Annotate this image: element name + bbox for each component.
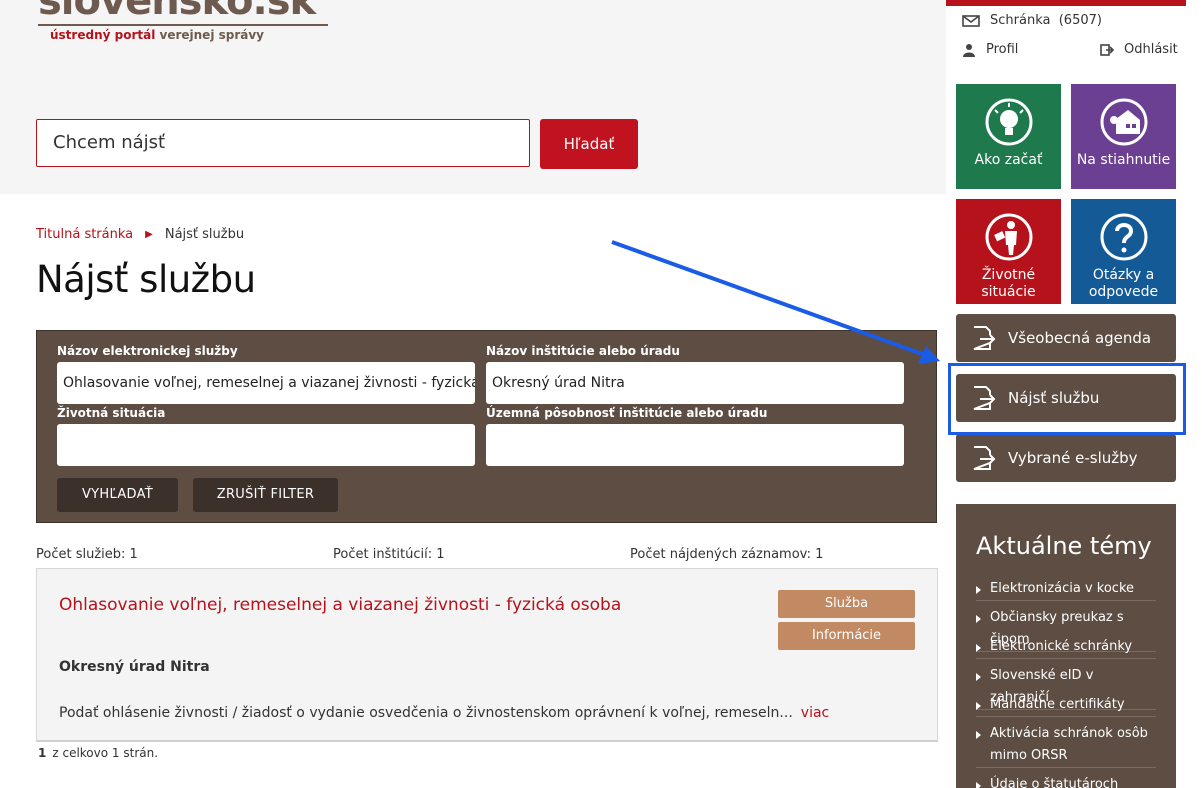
person-icon [985,213,1033,261]
logout-link[interactable]: Odhlásit [1100,42,1178,57]
logo[interactable]: slovensko.sk ústredný portál verejnej sp… [38,0,330,44]
tile-na-stiahnutie[interactable]: Na stiahnutie [1071,84,1176,189]
document-arrow-icon [973,326,996,350]
logo-subtitle-red: ústredný portál [50,28,156,42]
search-input[interactable]: Chcem nájsť [36,119,530,167]
lightbulb-icon [985,98,1033,146]
tile-zivotne-situacie[interactable]: Životné situácie [956,199,1061,304]
nav-vybrane-e-sluzby[interactable]: Vybrané e-služby [956,434,1176,482]
service-name-input[interactable]: Ohlasovanie voľnej, remeselnej a viazane… [57,362,475,404]
profile-label: Profil [986,42,1019,57]
question-icon [1100,213,1148,261]
mailbox-count: (6507) [1058,13,1102,28]
nav-label: Vybrané e-služby [1008,449,1138,467]
record-count: Počet nájdených záznamov: 1 [630,547,824,562]
mailbox-link[interactable]: Schránka (6507) [962,13,1102,28]
service-name-label: Názov elektronickej služby [57,344,238,358]
user-icon [963,43,975,57]
page-total: z celkovo 1 strán. [52,746,159,760]
filter-panel: Názov elektronickej služby Ohlasovanie v… [36,330,937,523]
logo-text: slovensko.sk [38,0,316,24]
page-title: Nájsť službu [36,258,256,301]
search-button[interactable]: Hľadať [540,119,638,169]
logout-icon [1100,43,1114,56]
result-organization: Okresný úrad Nitra [59,659,210,675]
info-button[interactable]: Informácie [778,622,915,650]
breadcrumb-current: Nájsť službu [164,227,245,242]
service-count: Počet služieb: 1 [36,547,138,562]
tile-ako-zacat[interactable]: Ako začať [956,84,1061,189]
filter-search-button[interactable]: VYHĽADAŤ [57,478,178,512]
logo-subtitle-brown: verejnej správy [159,28,265,42]
clear-filter-button[interactable]: ZRUŠIŤ FILTER [193,478,338,512]
institution-input[interactable]: Okresný úrad Nitra [486,362,904,404]
topics-title: Aktuálne témy [976,532,1152,560]
logout-label: Odhlásit [1124,42,1178,57]
envelope-icon [962,14,980,27]
tile-label: Ako začať [974,152,1043,168]
service-button[interactable]: Služba [778,590,915,618]
more-link[interactable]: viac [801,705,829,721]
breadcrumb-separator-icon: ▶ [145,229,153,240]
result-description: Podať ohlásenie živnosti / žiadosť o vyd… [59,705,829,721]
tile-label: Životné situácie [981,267,1036,300]
topic-link[interactable]: Mandátne certifikáty [976,694,1156,717]
annotation-highlight-box [948,363,1186,435]
institution-count: Počet inštitúcií: 1 [333,547,445,562]
house-icon [1100,98,1148,146]
logo-subtitle: ústredný portál verejnej správy [50,28,264,42]
tile-label: Na stiahnutie [1076,152,1171,168]
user-panel: Schránka (6507) Profil Odhlásit [946,0,1186,64]
current-page[interactable]: 1 [38,746,46,760]
document-arrow-icon [973,446,996,470]
tile-label: Otázky a odpovede [1088,267,1159,300]
mailbox-label: Schránka [990,13,1051,28]
topic-link[interactable]: Elektronizácia v kocke [976,578,1156,601]
territorial-input[interactable] [486,424,904,466]
nav-vseobecna-agenda[interactable]: Všeobecná agenda [956,314,1176,362]
breadcrumb: Titulná stránka ▶ Nájsť službu [36,227,244,242]
life-situation-label: Životná situácia [57,406,166,420]
nav-label: Všeobecná agenda [1008,329,1152,347]
territorial-label: Územná pôsobnosť inštitúcie alebo úradu [486,406,768,420]
user-panel-topbar [946,0,1186,6]
institution-label: Názov inštitúcie alebo úradu [486,344,680,358]
pagination: 1 z celkovo 1 strán. [38,746,158,760]
result-card: Ohlasovanie voľnej, remeselnej a viazane… [36,568,938,742]
topics-panel: Aktuálne témy Elektronizácia v kocke Obč… [956,504,1176,788]
tile-otazky-a-odpovede[interactable]: Otázky a odpovede [1071,199,1176,304]
topic-link[interactable]: Elektronické schránky [976,636,1156,659]
result-description-text: Podať ohlásenie živnosti / žiadosť o vyd… [59,705,793,721]
logo-underline [38,24,328,26]
profile-link[interactable]: Profil [962,42,1018,57]
topic-link[interactable]: Údaje o štatutároch [976,774,1156,788]
topic-link[interactable]: Aktivácia schránok osôb mimo ORSR [976,723,1156,768]
life-situation-input[interactable] [57,424,475,466]
result-title-link[interactable]: Ohlasovanie voľnej, remeselnej a viazane… [59,595,621,615]
breadcrumb-home-link[interactable]: Titulná stránka [36,227,133,242]
